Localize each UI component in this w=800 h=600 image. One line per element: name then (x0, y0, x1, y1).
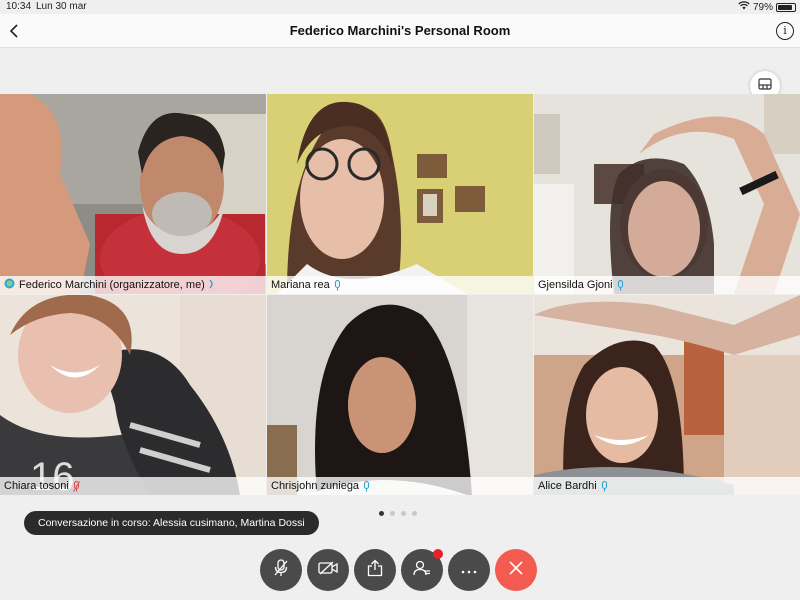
video-feed (0, 94, 266, 294)
participant-name: Federico Marchini (organizzatore, me) (19, 279, 205, 291)
call-controls (260, 549, 537, 591)
page-dot[interactable] (390, 511, 395, 516)
mic-muted-icon (72, 480, 80, 492)
video-feed (267, 295, 533, 495)
share-icon (367, 559, 383, 582)
page-dot[interactable] (412, 511, 417, 516)
header-bar: Federico Marchini's Personal Room i (0, 14, 800, 48)
meeting-screen: 10:34 Lun 30 mar 79% Federico Marchini's… (0, 0, 800, 600)
participant-name: Mariana rea (271, 279, 330, 291)
participants-button[interactable] (401, 549, 443, 591)
camera-off-icon (318, 561, 338, 580)
participant-caption: Federico Marchini (organizzatore, me) (0, 276, 266, 294)
mic-icon (334, 279, 340, 290)
status-bar: 10:34 Lun 30 mar 79% (0, 0, 800, 14)
video-feed (267, 94, 533, 294)
more-options-button[interactable] (448, 549, 490, 591)
status-right: 79% (738, 1, 796, 13)
participant-name: Gjensilda Gjoni (538, 279, 613, 291)
participants-icon (413, 559, 431, 582)
video-tile-chrisjohn[interactable]: Chrisjohn zuniega (267, 295, 533, 495)
ellipsis-icon (461, 561, 477, 579)
video-tile-federico[interactable]: Federico Marchini (organizzatore, me) (0, 94, 266, 294)
status-date: Lun 30 mar (36, 1, 87, 12)
wifi-icon (738, 1, 750, 13)
participant-name: Alice Bardhi (538, 480, 597, 492)
video-tile-alice[interactable]: Alice Bardhi (534, 295, 800, 495)
mic-icon (601, 480, 607, 491)
participant-caption: Gjensilda Gjoni (534, 276, 800, 294)
status-time: 10:34 (6, 1, 32, 12)
video-feed (534, 94, 800, 294)
share-button[interactable] (354, 549, 396, 591)
mic-icon (364, 480, 370, 491)
battery-icon (776, 2, 796, 12)
mic-icon (617, 279, 623, 290)
grid-layout-icon (758, 77, 772, 95)
active-conversation-toast[interactable]: Conversazione in corso: Alessia cusimano… (24, 511, 319, 535)
speaking-icon (209, 279, 215, 292)
participant-caption: Chrisjohn zuniega (267, 477, 533, 495)
participant-caption: Chiara tosoni (0, 477, 266, 495)
video-tile-chiara[interactable]: 16 Chiara tosoni (0, 295, 266, 495)
stop-video-button[interactable] (307, 549, 349, 591)
participant-caption: Alice Bardhi (534, 477, 800, 495)
video-grid: Federico Marchini (organizzatore, me) Ma… (0, 94, 800, 495)
page-indicator[interactable] (379, 511, 417, 516)
participant-name: Chiara tosoni (4, 480, 69, 492)
mute-mic-button[interactable] (260, 549, 302, 591)
close-icon (509, 560, 523, 580)
video-tile-mariana[interactable]: Mariana rea (267, 94, 533, 294)
presenter-icon (4, 278, 15, 292)
notification-badge (433, 549, 443, 559)
end-call-button[interactable] (495, 549, 537, 591)
battery-percent: 79% (752, 1, 773, 13)
mic-off-icon (273, 558, 289, 582)
video-tile-gjensilda[interactable]: Gjensilda Gjoni (534, 94, 800, 294)
participant-caption: Mariana rea (267, 276, 533, 294)
page-dot[interactable] (401, 511, 406, 516)
page-dot[interactable] (379, 511, 384, 516)
info-icon[interactable]: i (776, 22, 794, 40)
video-feed (534, 295, 800, 495)
video-feed: 16 (0, 295, 266, 495)
participant-name: Chrisjohn zuniega (271, 480, 360, 492)
meeting-title: Federico Marchini's Personal Room (289, 23, 511, 38)
